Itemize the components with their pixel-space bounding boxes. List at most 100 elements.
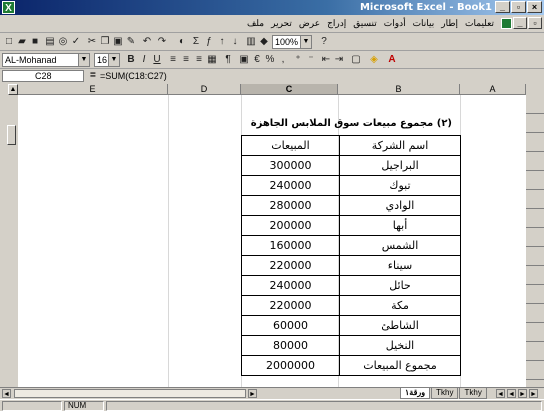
row-header[interactable] — [526, 266, 544, 285]
column-header-b[interactable]: B — [338, 84, 460, 95]
header-company[interactable]: اسم الشركة — [339, 135, 461, 156]
chevron-down-icon[interactable]: ▼ — [108, 54, 119, 66]
paste-icon[interactable]: ▣ — [112, 36, 124, 48]
row-header[interactable] — [526, 361, 544, 380]
company-cell[interactable]: تبوك — [339, 175, 461, 196]
company-cell[interactable]: البراجيل — [339, 155, 461, 176]
company-cell[interactable]: النخيل — [339, 335, 461, 356]
company-cell[interactable]: حائل — [339, 275, 461, 296]
percent-icon[interactable]: % — [264, 54, 276, 66]
menu-window[interactable]: إطار — [441, 18, 458, 29]
align-right-icon[interactable]: ≡ — [193, 54, 205, 66]
sort-ascending-icon[interactable]: ↑ — [216, 36, 228, 48]
font-color-icon[interactable]: A — [386, 54, 398, 66]
menu-help[interactable]: تعليمات — [465, 18, 494, 29]
row-header[interactable] — [526, 133, 544, 152]
print-preview-icon[interactable]: ◎ — [57, 36, 69, 48]
scrollbar-thumb[interactable] — [7, 125, 16, 145]
merge-center-icon[interactable]: ▦ — [206, 54, 218, 66]
row-header[interactable] — [526, 247, 544, 266]
menu-tools[interactable]: أدوات — [384, 18, 406, 29]
font-name-select[interactable]: AL-Mohanad ▼ — [2, 53, 90, 67]
column-header-d[interactable]: D — [168, 84, 241, 95]
fill-color-icon[interactable]: ◈ — [368, 54, 380, 66]
company-cell[interactable]: الوادي — [339, 195, 461, 216]
tab-last-icon[interactable]: ► — [529, 389, 538, 398]
row-header[interactable] — [526, 304, 544, 323]
workbook-minimize-button[interactable]: _ — [513, 17, 527, 29]
row-header[interactable] — [526, 114, 544, 133]
rtl-icon[interactable]: ¶ — [222, 54, 234, 66]
menu-data[interactable]: بيانات — [413, 18, 435, 29]
sheet-tab-1[interactable]: ورقة١ — [400, 388, 431, 399]
column-header-c[interactable]: C — [241, 84, 338, 95]
row-header[interactable] — [526, 323, 544, 342]
sales-cell[interactable]: 300000 — [241, 155, 340, 176]
close-button[interactable]: × — [527, 1, 542, 13]
column-header-e[interactable]: E — [18, 84, 168, 95]
scroll-right-icon[interactable]: ► — [248, 389, 257, 398]
comma-style-icon[interactable]: , — [277, 54, 289, 66]
format-painter-icon[interactable]: ✎ — [125, 36, 137, 48]
row-header[interactable] — [526, 190, 544, 209]
scroll-up-icon[interactable]: ▲ — [8, 84, 18, 95]
total-value-cell[interactable]: 2000000 — [241, 355, 340, 376]
row-header[interactable] — [526, 171, 544, 190]
align-center-icon[interactable]: ≡ — [180, 54, 192, 66]
italic-icon[interactable]: I — [138, 54, 150, 66]
undo-icon[interactable]: ↶ — [141, 36, 153, 48]
tab-prev-icon[interactable]: ◄ — [507, 389, 516, 398]
select-all-corner[interactable]: ▲ — [0, 84, 18, 95]
print-icon[interactable]: ▤ — [44, 36, 56, 48]
sales-cell[interactable]: 60000 — [241, 315, 340, 336]
help-icon[interactable]: ? — [318, 36, 330, 48]
menu-view[interactable]: عرض — [299, 18, 320, 29]
sales-cell[interactable]: 240000 — [241, 175, 340, 196]
sales-cell[interactable]: 160000 — [241, 235, 340, 256]
sheet-tab-2[interactable]: Tkhy — [431, 388, 459, 399]
spelling-icon[interactable]: ✓ — [70, 36, 82, 48]
company-cell[interactable]: الشاطئ — [339, 315, 461, 336]
save-icon[interactable]: ■ — [29, 36, 41, 48]
sales-cell[interactable]: 200000 — [241, 215, 340, 236]
header-sales[interactable]: المبيعات — [241, 135, 340, 156]
menu-file[interactable]: ملف — [247, 18, 264, 29]
sales-cell[interactable]: 240000 — [241, 275, 340, 296]
menu-edit[interactable]: تحرير — [271, 18, 292, 29]
decrease-decimal-icon[interactable]: ⁻ — [305, 54, 317, 66]
company-cell[interactable]: أبها — [339, 215, 461, 236]
row-header[interactable] — [526, 342, 544, 361]
cut-icon[interactable]: ✂ — [86, 36, 98, 48]
redo-icon[interactable]: ↷ — [156, 36, 168, 48]
workbook-icon[interactable] — [501, 18, 512, 29]
sales-cell[interactable]: 280000 — [241, 195, 340, 216]
increase-indent-icon[interactable]: ⇥ — [333, 54, 345, 66]
increase-decimal-icon[interactable]: ⁺ — [292, 54, 304, 66]
new-icon[interactable]: □ — [3, 36, 15, 48]
column-header-a[interactable]: A — [460, 84, 526, 95]
tab-next-icon[interactable]: ► — [518, 389, 527, 398]
sales-cell[interactable]: 80000 — [241, 335, 340, 356]
company-cell[interactable]: مكة — [339, 295, 461, 316]
scroll-left-icon[interactable]: ◄ — [2, 389, 11, 398]
row-header[interactable] — [526, 209, 544, 228]
underline-icon[interactable]: U — [151, 54, 163, 66]
restore-button[interactable]: ▫ — [511, 1, 526, 13]
bold-icon[interactable]: B — [125, 54, 137, 66]
row-header[interactable] — [526, 228, 544, 247]
company-cell[interactable]: سيناء — [339, 255, 461, 276]
sort-descending-icon[interactable]: ↓ — [229, 36, 241, 48]
copy-icon[interactable]: ❐ — [99, 36, 111, 48]
excel-app-icon[interactable]: X — [2, 1, 15, 14]
minimize-button[interactable]: _ — [495, 1, 510, 13]
chevron-down-icon[interactable]: ▼ — [300, 36, 311, 48]
chart-wizard-icon[interactable]: ▥ — [245, 36, 257, 48]
chevron-down-icon[interactable]: ▼ — [78, 54, 89, 66]
drawing-icon[interactable]: ◆ — [258, 36, 270, 48]
font-size-select[interactable]: 16 ▼ — [94, 53, 120, 67]
euro-icon[interactable]: € — [251, 54, 263, 66]
menu-insert[interactable]: إدراج — [327, 18, 346, 29]
horizontal-scrollbar[interactable] — [14, 389, 246, 398]
open-icon[interactable]: ▰ — [16, 36, 28, 48]
sheet-tab-3[interactable]: Tkhy — [459, 388, 487, 399]
